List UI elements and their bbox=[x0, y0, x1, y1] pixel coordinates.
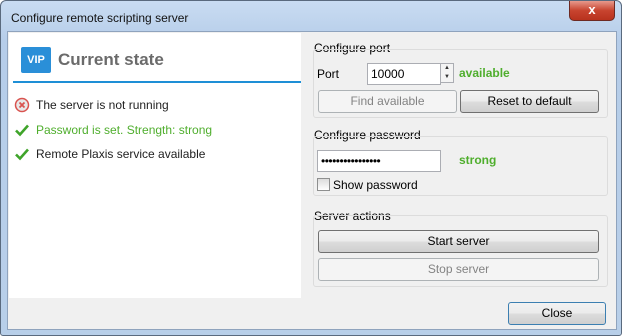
status-server-running: The server is not running bbox=[14, 96, 169, 114]
stepper-up-icon[interactable]: ▲ bbox=[441, 64, 453, 73]
dialog-window: Configure remote scripting server x VIP … bbox=[0, 0, 622, 336]
password-field[interactable] bbox=[317, 150, 441, 172]
start-server-button[interactable]: Start server bbox=[318, 230, 599, 253]
stop-server-button[interactable]: Stop server bbox=[318, 258, 599, 281]
title-bar[interactable]: Configure remote scripting server x bbox=[1, 1, 621, 31]
status-text: Remote Plaxis service available bbox=[36, 147, 206, 161]
show-password-label[interactable]: Show password bbox=[333, 178, 418, 192]
port-status: available bbox=[459, 66, 510, 80]
window-title: Configure remote scripting server bbox=[11, 11, 189, 25]
find-available-button[interactable]: Find available bbox=[318, 90, 457, 113]
port-label: Port bbox=[317, 67, 340, 81]
checkmark-icon bbox=[15, 124, 29, 137]
heading-divider bbox=[13, 81, 301, 83]
status-text: Password is set. Strength: strong bbox=[36, 123, 213, 137]
dialog-body: VIP Current state The server is not runn… bbox=[7, 31, 617, 330]
stepper-down-icon[interactable]: ▼ bbox=[441, 73, 453, 82]
port-input[interactable] bbox=[367, 63, 441, 85]
window-close-button[interactable]: x bbox=[569, 1, 615, 21]
status-plaxis-service: Remote Plaxis service available bbox=[15, 145, 206, 163]
status-text: The server is not running bbox=[36, 98, 169, 112]
error-icon bbox=[14, 97, 30, 113]
reset-to-default-button[interactable]: Reset to default bbox=[460, 90, 599, 113]
status-password: Password is set. Strength: strong bbox=[15, 121, 213, 139]
checkmark-icon bbox=[15, 148, 29, 161]
password-strength: strong bbox=[459, 153, 497, 167]
show-password-checkbox[interactable] bbox=[317, 178, 330, 191]
port-stepper[interactable]: ▲ ▼ bbox=[440, 63, 454, 83]
close-button[interactable]: Close bbox=[508, 302, 606, 325]
vip-logo: VIP bbox=[21, 47, 51, 73]
close-icon: x bbox=[588, 2, 596, 17]
current-state-panel: VIP Current state The server is not runn… bbox=[9, 33, 301, 298]
current-state-heading: Current state bbox=[58, 50, 164, 69]
